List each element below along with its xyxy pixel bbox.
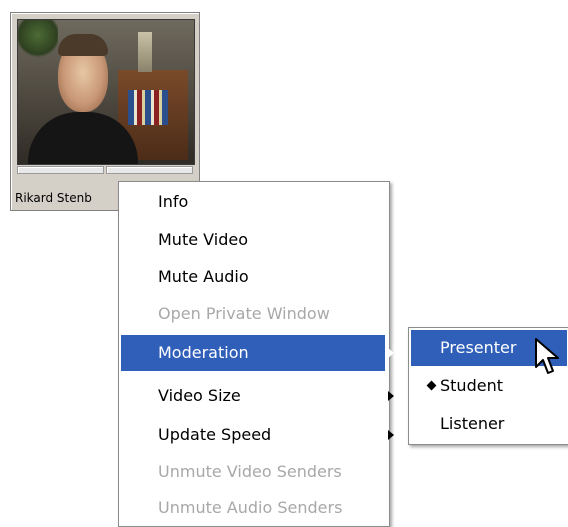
menu-item-update-speed[interactable]: Update Speed (121, 417, 394, 453)
audio-level-meter (106, 166, 193, 174)
submenu-arrow-icon (388, 391, 394, 401)
submenu-arrow-icon (388, 430, 394, 440)
menu-item-label: Unmute Audio Senders (158, 498, 343, 517)
submenu-item-label: Student (440, 376, 503, 395)
menu-item-open-private-window: Open Private Window (121, 296, 387, 332)
mouse-pointer-icon (535, 338, 559, 374)
submenu-arrow-icon (388, 348, 394, 358)
menu-item-label: Info (158, 192, 189, 211)
video-level-meter (17, 166, 104, 174)
background-lamp (138, 32, 152, 72)
menu-item-label: Moderation (158, 343, 249, 362)
menu-item-unmute-video-senders: Unmute Video Senders (121, 454, 387, 490)
radio-bullet-icon (426, 380, 437, 391)
submenu-item-label: Listener (440, 414, 505, 433)
submenu-item-listener[interactable]: Listener (411, 406, 567, 442)
menu-item-label: Unmute Video Senders (158, 462, 342, 481)
menu-item-label: Update Speed (158, 425, 272, 444)
menu-item-moderation[interactable]: Moderation (121, 335, 394, 371)
submenu-item-label: Presenter (440, 338, 517, 357)
menu-item-mute-audio[interactable]: Mute Audio (121, 259, 387, 295)
menu-item-label: Video Size (158, 386, 241, 405)
background-books (128, 90, 168, 125)
participant-hair (58, 34, 108, 56)
menu-item-unmute-audio-senders: Unmute Audio Senders (121, 490, 387, 526)
menu-item-label: Mute Video (158, 230, 248, 249)
menu-item-label: Open Private Window (158, 304, 330, 323)
participant-video[interactable] (17, 19, 195, 165)
context-menu: Info Mute Video Mute Audio Open Private … (118, 181, 394, 527)
menu-item-label: Mute Audio (158, 267, 249, 286)
menu-item-mute-video[interactable]: Mute Video (121, 222, 387, 258)
level-meters (17, 166, 193, 174)
menu-item-info[interactable]: Info (121, 184, 387, 220)
background-plant (18, 20, 58, 60)
menu-item-video-size[interactable]: Video Size (121, 378, 394, 414)
